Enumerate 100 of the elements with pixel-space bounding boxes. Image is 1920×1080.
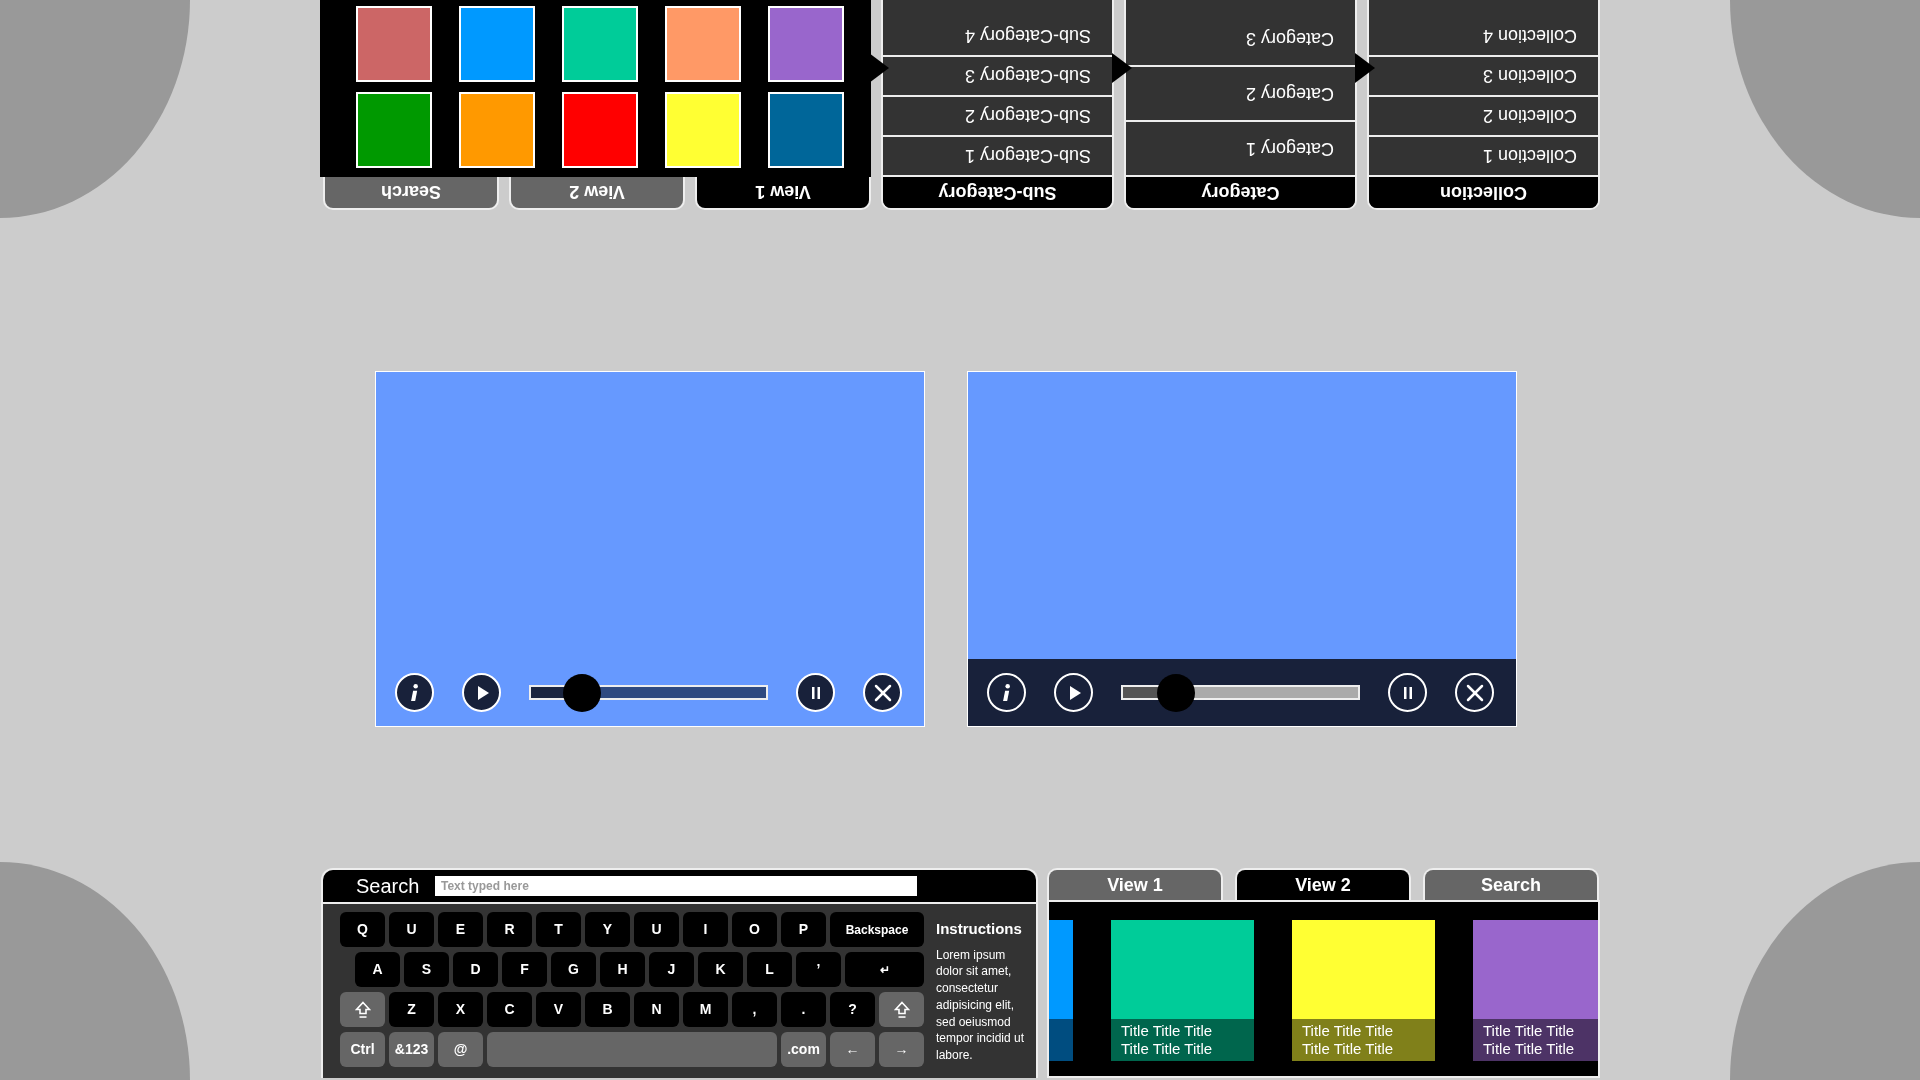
- color-swatch[interactable]: [768, 6, 844, 82]
- pointer-arrow-icon: [1355, 53, 1375, 83]
- key[interactable]: T: [536, 912, 581, 947]
- column-header: Category: [1126, 177, 1355, 208]
- key[interactable]: G: [551, 952, 596, 987]
- slider[interactable]: [529, 673, 768, 712]
- color-swatch[interactable]: [459, 6, 535, 82]
- info-button[interactable]: [987, 673, 1026, 712]
- menu-item[interactable]: Sub-Category 4: [883, 17, 1112, 57]
- key[interactable]: U: [389, 912, 434, 947]
- shift-icon: [354, 1000, 371, 1019]
- key[interactable]: C: [487, 992, 532, 1027]
- key[interactable]: I: [683, 912, 728, 947]
- close-button[interactable]: [863, 673, 902, 712]
- slider-thumb[interactable]: [562, 673, 601, 712]
- key[interactable]: Ctrl: [340, 1032, 385, 1067]
- color-swatch[interactable]: [665, 6, 741, 82]
- tile-title: Title Title Title Title Title Title: [1111, 1019, 1254, 1061]
- key[interactable]: V: [536, 992, 581, 1027]
- menu-item[interactable]: Collection 3: [1369, 57, 1598, 97]
- key[interactable]: @: [438, 1032, 483, 1067]
- key[interactable]: .com: [781, 1032, 826, 1067]
- tile-image[interactable]: [1292, 920, 1435, 1019]
- key[interactable]: X: [438, 992, 483, 1027]
- instructions-text: Lorem ipsum dolor sit amet, consectetur adipisicing elit, sed oeiusmod tempor incidid ut labore.: [936, 946, 1026, 1065]
- menu-item[interactable]: Category 2: [1126, 67, 1355, 122]
- tab[interactable]: View 2: [1235, 868, 1411, 900]
- key[interactable]: ,: [732, 992, 777, 1027]
- play-button[interactable]: [1054, 673, 1093, 712]
- key[interactable]: O: [732, 912, 777, 947]
- color-swatch[interactable]: [459, 92, 535, 168]
- menu-item[interactable]: Category 3: [1126, 12, 1355, 67]
- shift-icon: [893, 1000, 910, 1019]
- color-swatch[interactable]: [665, 92, 741, 168]
- menu-item[interactable]: Sub-Category 1: [883, 137, 1112, 177]
- menu-item[interactable]: Collection 1: [1369, 137, 1598, 177]
- info-icon: [411, 684, 418, 701]
- key[interactable]: A: [355, 952, 400, 987]
- key[interactable]: D: [453, 952, 498, 987]
- tile-title: Title Title Title Title Title Title: [1292, 1019, 1435, 1061]
- tab[interactable]: View 1: [695, 177, 871, 210]
- tab[interactable]: Search: [1423, 868, 1599, 900]
- instructions-title: Instructions: [936, 919, 1023, 939]
- close-button[interactable]: [1455, 673, 1494, 712]
- shift-key[interactable]: [340, 992, 385, 1027]
- menu-item[interactable]: Category 1: [1126, 122, 1355, 177]
- close-icon: [1464, 682, 1485, 703]
- slider-thumb[interactable]: [1156, 673, 1195, 712]
- key[interactable]: .: [781, 992, 826, 1027]
- search-field[interactable]: Text typed here: [435, 876, 917, 896]
- menu-item[interactable]: Collection 4: [1369, 17, 1598, 57]
- key[interactable]: U: [634, 912, 679, 947]
- column-header: Sub-Category: [883, 177, 1112, 208]
- shift-key[interactable]: [879, 992, 924, 1027]
- menu-item[interactable]: Collection 2: [1369, 97, 1598, 137]
- key[interactable]: M: [683, 992, 728, 1027]
- close-icon: [872, 682, 893, 703]
- key[interactable]: ←: [830, 1032, 875, 1067]
- key[interactable]: S: [404, 952, 449, 987]
- search-label: Search: [355, 874, 421, 899]
- pause-button[interactable]: [1388, 673, 1427, 712]
- tab[interactable]: View 2: [509, 177, 685, 210]
- key[interactable]: K: [698, 952, 743, 987]
- tile-image[interactable]: [1473, 920, 1598, 1019]
- key[interactable]: F: [502, 952, 547, 987]
- info-icon: [1003, 684, 1010, 701]
- column-header: Collection: [1369, 177, 1598, 208]
- key[interactable]: J: [649, 952, 694, 987]
- play-button[interactable]: [462, 673, 501, 712]
- key[interactable]: R: [487, 912, 532, 947]
- key[interactable]: &123: [389, 1032, 434, 1067]
- key[interactable]: Backspace: [830, 912, 924, 947]
- pointer-arrow-icon: [1112, 53, 1132, 83]
- color-swatch[interactable]: [356, 92, 432, 168]
- info-button[interactable]: [395, 673, 434, 712]
- key[interactable]: Z: [389, 992, 434, 1027]
- color-swatch[interactable]: [562, 6, 638, 82]
- key[interactable]: E: [438, 912, 483, 947]
- key[interactable]: ?: [830, 992, 875, 1027]
- key[interactable]: P: [781, 912, 826, 947]
- key[interactable]: L: [747, 952, 792, 987]
- color-swatch[interactable]: [562, 92, 638, 168]
- color-swatch[interactable]: [356, 6, 432, 82]
- tab[interactable]: View 1: [1047, 868, 1223, 900]
- slider[interactable]: [1121, 673, 1360, 712]
- menu-item[interactable]: Sub-Category 2: [883, 97, 1112, 137]
- key[interactable]: Q: [340, 912, 385, 947]
- key[interactable]: Y: [585, 912, 630, 947]
- pause-button[interactable]: [796, 673, 835, 712]
- color-swatch[interactable]: [768, 92, 844, 168]
- tile-image[interactable]: [1111, 920, 1254, 1019]
- key[interactable]: ’: [796, 952, 841, 987]
- tab[interactable]: Search: [323, 177, 499, 210]
- key[interactable]: N: [634, 992, 679, 1027]
- tile-title: Title Title Title Title Title Title: [1473, 1019, 1598, 1061]
- key[interactable]: H: [600, 952, 645, 987]
- key[interactable]: B: [585, 992, 630, 1027]
- menu-item[interactable]: Sub-Category 3: [883, 57, 1112, 97]
- key[interactable]: →: [879, 1032, 924, 1067]
- key[interactable]: ↵: [845, 952, 924, 987]
